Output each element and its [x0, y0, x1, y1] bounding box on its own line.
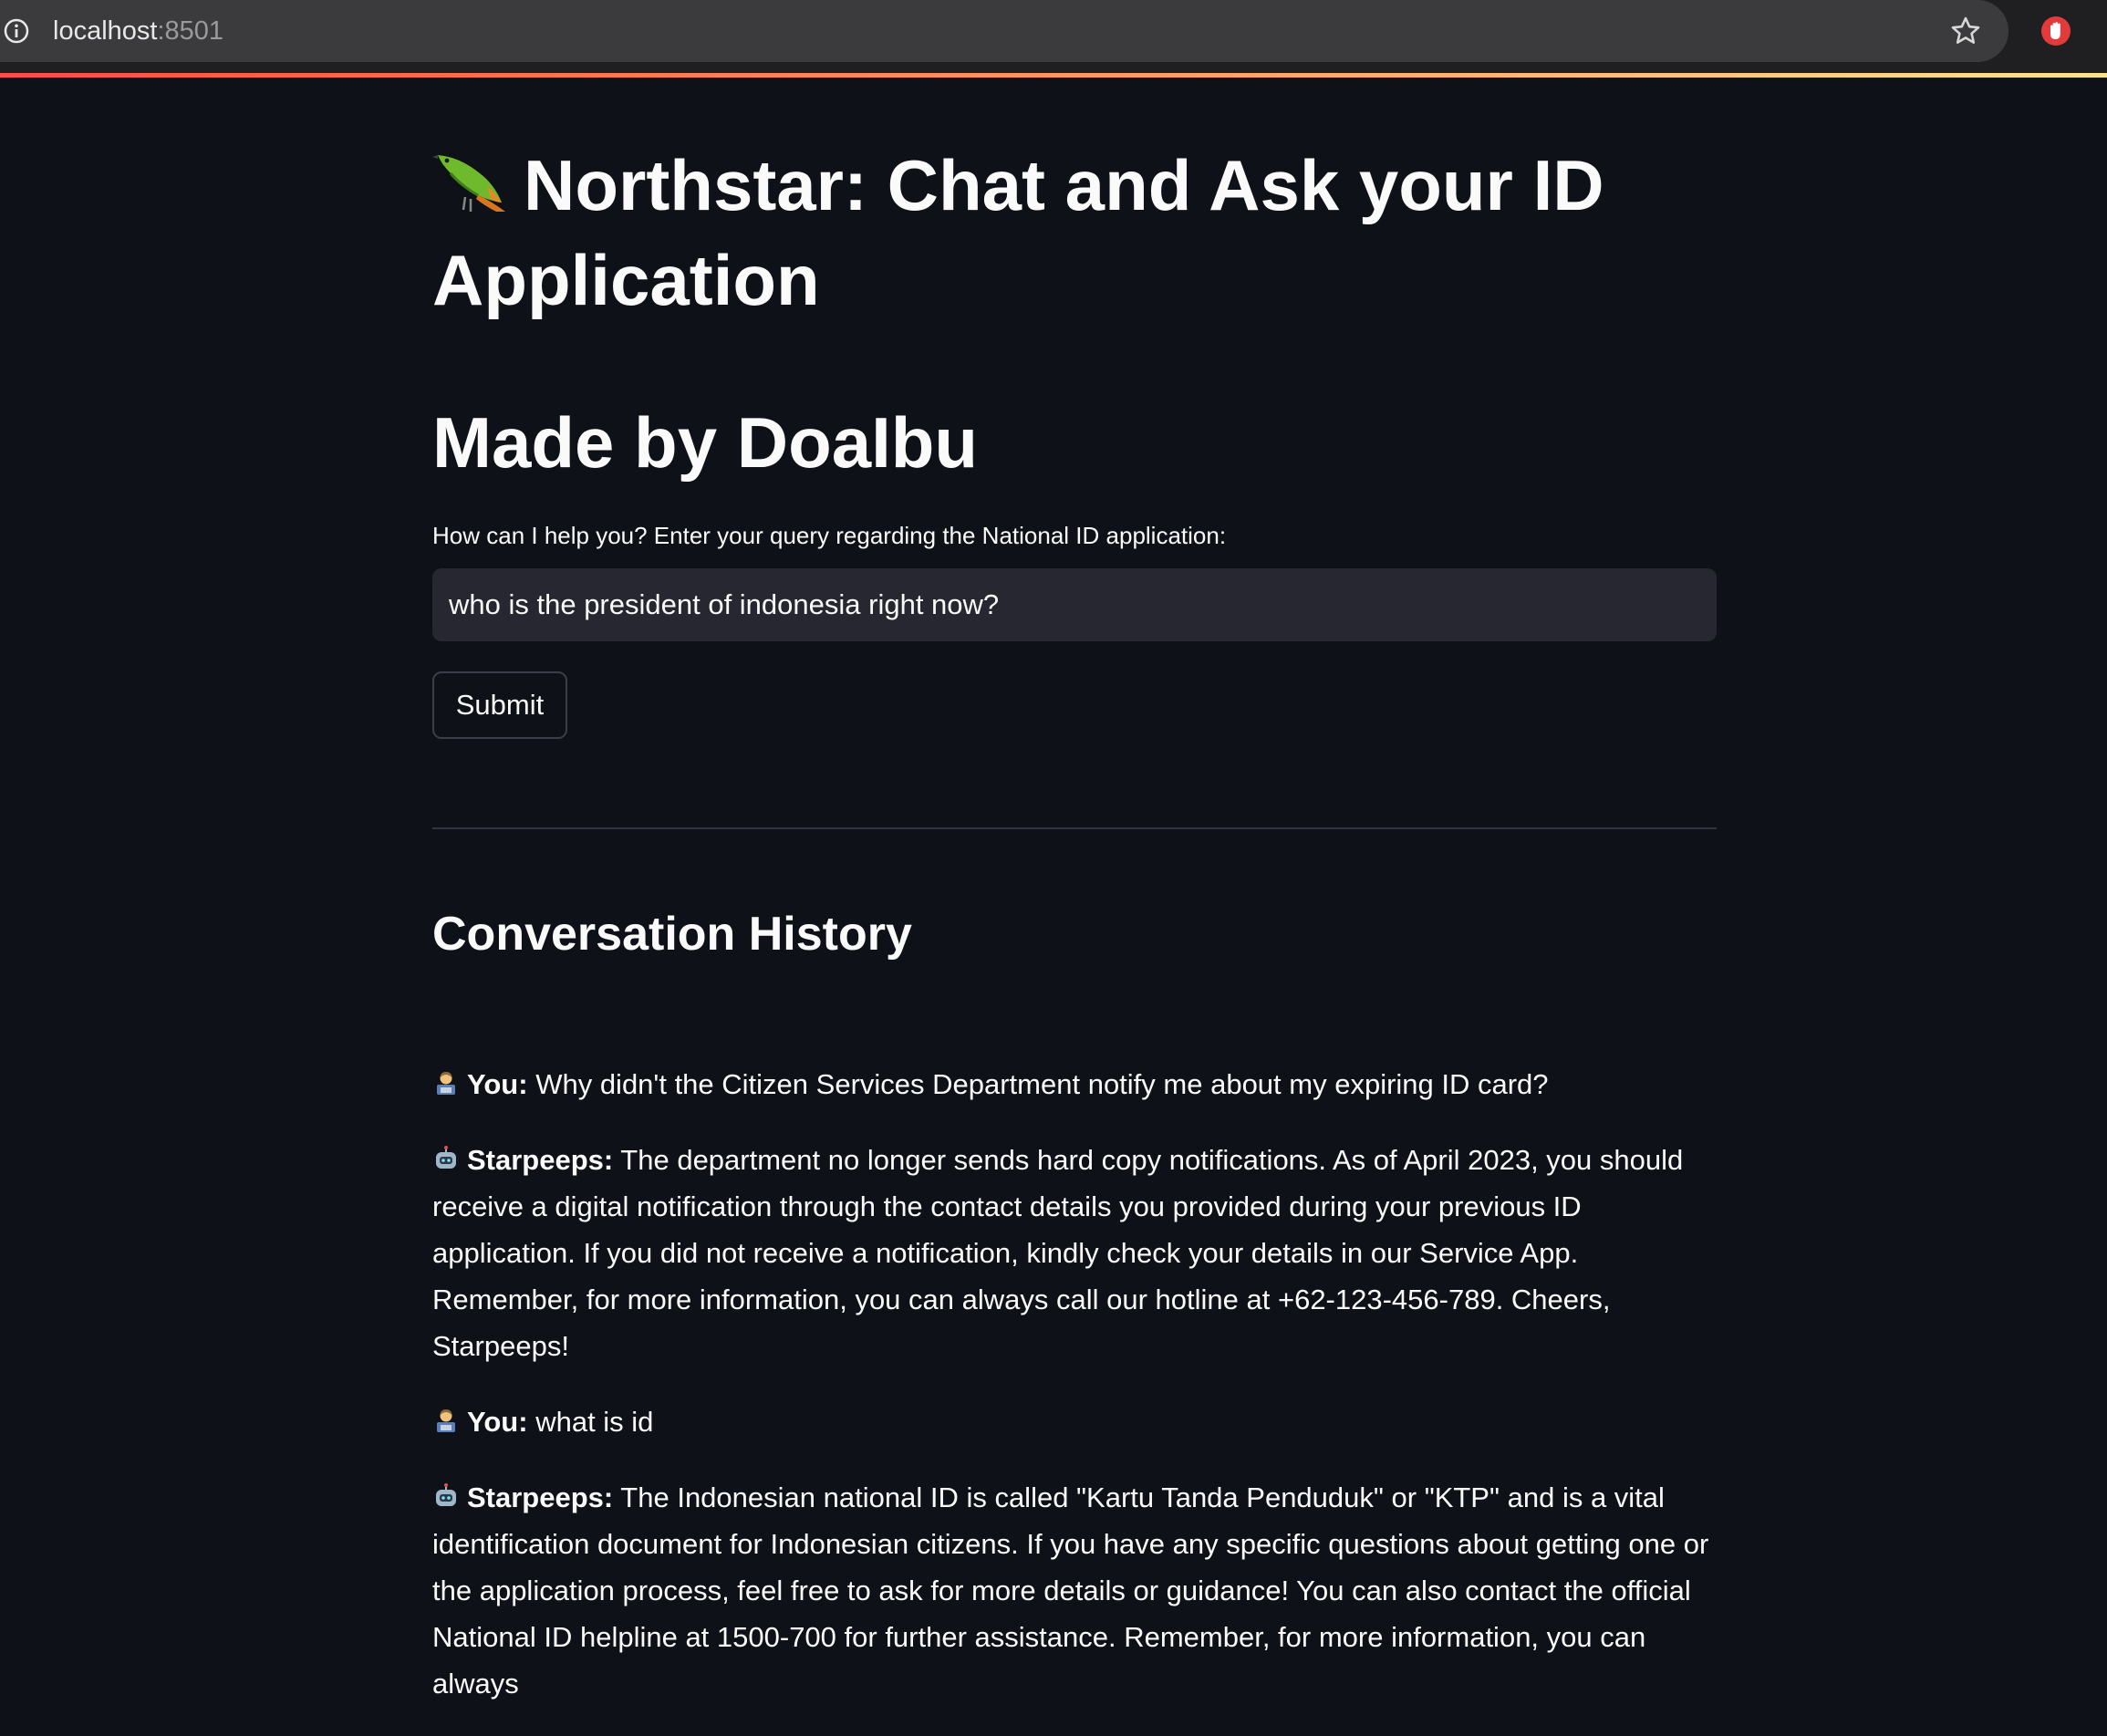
bird-icon: [432, 155, 505, 212]
bookmark-star-icon[interactable]: [1949, 15, 1982, 47]
speaker-label: You:: [467, 1406, 528, 1438]
extension-hand-icon[interactable]: [2040, 15, 2072, 47]
speaker-label: Starpeeps:: [467, 1481, 614, 1513]
user-technologist-icon: [437, 1409, 455, 1432]
page-title-text: Northstar: Chat and Ask your ID Applicat…: [432, 145, 1604, 320]
info-icon[interactable]: [4, 18, 29, 44]
browser-toolbar: localhost:8501: [0, 0, 2107, 78]
conversation-history-heading: Conversation History: [432, 908, 912, 961]
divider: [432, 827, 1717, 829]
made-by-heading: Made by DoaIbu: [432, 402, 979, 483]
user-message: You: Why didn't the Citizen Services Dep…: [432, 1061, 1717, 1107]
robot-icon: [436, 1483, 456, 1506]
page-title: Northstar: Chat and Ask your ID Applicat…: [432, 138, 1717, 327]
query-input[interactable]: [432, 568, 1717, 641]
conversation-history: You: Why didn't the Citizen Services Dep…: [432, 1061, 1717, 1736]
accent-line: [0, 73, 2107, 78]
assistant-message: Starpeeps: The department no longer send…: [432, 1137, 1717, 1369]
user-technologist-icon: [437, 1072, 455, 1095]
url-text[interactable]: localhost:8501: [53, 13, 223, 49]
robot-icon: [436, 1146, 456, 1169]
message-text: The department no longer sends hard copy…: [432, 1144, 1684, 1362]
message-text: The Indonesian national ID is called "Ka…: [432, 1481, 1709, 1700]
url-port: :8501: [157, 16, 224, 46]
submit-button[interactable]: Submit: [432, 671, 567, 739]
speaker-label: You:: [467, 1068, 528, 1100]
url-host: localhost: [53, 16, 158, 46]
speaker-label: Starpeeps:: [467, 1144, 614, 1176]
message-text: what is id: [535, 1406, 654, 1438]
assistant-message: Starpeeps: The Indonesian national ID is…: [432, 1474, 1717, 1707]
message-text: Why didn't the Citizen Services Departme…: [535, 1068, 1549, 1100]
address-bar[interactable]: localhost:8501: [0, 0, 2008, 62]
query-label: How can I help you? Enter your query reg…: [432, 522, 1227, 549]
user-message: You: what is id: [432, 1398, 1717, 1445]
